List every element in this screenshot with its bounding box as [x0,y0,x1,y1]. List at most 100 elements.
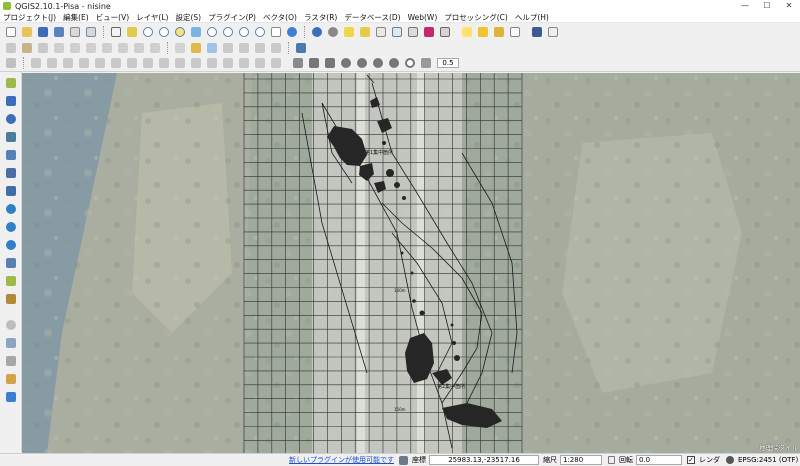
menu-raster[interactable]: ラスタ(R) [304,12,337,23]
add-mssql-layer-button[interactable] [4,148,18,162]
redo-button[interactable] [45,56,59,70]
attribute-table-button[interactable] [390,25,404,39]
coordinate-capture-icon[interactable] [4,354,18,368]
minimize-button[interactable]: — [734,0,756,12]
add-feature-button[interactable] [52,41,66,55]
add-db2-layer-button[interactable] [4,184,18,198]
pan-tool-button[interactable] [109,25,123,39]
menu-vector[interactable]: ベクタ(O) [263,12,297,23]
add-delimited-text-button[interactable] [4,256,18,270]
square-shape-icon[interactable] [323,56,337,70]
save-edits-button[interactable] [36,41,50,55]
select-features-button[interactable] [342,25,356,39]
composer-manager-button[interactable] [84,25,98,39]
osm-download-icon[interactable] [4,390,18,404]
georeferencer-icon[interactable] [4,336,18,350]
pan-to-selection-button[interactable] [125,25,139,39]
node-tool-button[interactable] [84,41,98,55]
zoom-last-button[interactable] [237,25,251,39]
reshape-features-button[interactable] [157,56,171,70]
delete-ring-button[interactable] [125,56,139,70]
menu-processing[interactable]: プロセッシング(C) [444,12,508,23]
rotate-point-symbols-button[interactable] [253,56,267,70]
circle-shape-icon[interactable] [355,56,369,70]
zoom-to-layer-button[interactable] [221,25,235,39]
add-wfs-layer-button[interactable] [4,238,18,252]
coordinate-field[interactable]: 25983.13,-23517.16 [429,455,539,465]
delete-selected-button[interactable] [100,41,114,55]
merge-features-button[interactable] [221,56,235,70]
render-checkbox[interactable]: ✓ [687,456,695,464]
zoom-to-selection-button[interactable] [205,25,219,39]
zoom-next-button[interactable] [253,25,267,39]
deselect-button[interactable] [374,25,388,39]
menu-web[interactable]: Web(W) [408,13,438,22]
circle-shape-icon[interactable] [387,56,401,70]
add-spatialite-layer-button[interactable] [4,130,18,144]
new-project-button[interactable] [4,25,18,39]
pin-labels-button[interactable] [189,41,203,55]
toggle-extents-icon[interactable] [399,455,408,465]
close-button[interactable]: ✕ [778,0,800,12]
fill-ring-button[interactable] [109,56,123,70]
advanced-digitizing-icon[interactable] [4,56,18,70]
merge-attributes-button[interactable] [237,56,251,70]
measure-line-button[interactable] [438,25,452,39]
map-tips-button[interactable] [460,25,474,39]
zoom-in-button[interactable] [141,25,155,39]
toggle-editing-pencil-icon[interactable] [20,41,34,55]
rectangle-select-icon[interactable] [291,56,305,70]
heatmap-icon[interactable] [4,372,18,386]
action-settings-icon[interactable] [326,25,340,39]
menu-edit[interactable]: 編集(E) [63,12,89,23]
python-console-button[interactable] [530,25,544,39]
add-vector-layer-button[interactable] [4,76,18,90]
paste-features-button[interactable] [148,41,162,55]
add-wcs-layer-button[interactable] [4,220,18,234]
rotate-label-button[interactable] [253,41,267,55]
new-print-composer-button[interactable] [68,25,82,39]
scale-select[interactable]: 1:280 [560,455,602,465]
add-wms-layer-button[interactable] [4,202,18,216]
whats-this-help-icon[interactable] [546,25,560,39]
split-features-button[interactable] [189,56,203,70]
copy-features-button[interactable] [132,41,146,55]
square-shape-icon[interactable] [307,56,321,70]
identify-features-button[interactable] [310,25,324,39]
menu-layer[interactable]: レイヤ(L) [136,12,168,23]
gps-tools-icon[interactable] [4,318,18,332]
map-canvas[interactable]: 第1集中箇所 第2集中箇所 160m 150m 地理院タイル [22,73,800,453]
regular-shape-icon[interactable] [419,56,433,70]
maximize-button[interactable]: ☐ [756,0,778,12]
statistics-sigma-icon[interactable] [422,25,436,39]
new-spatialite-button[interactable] [4,292,18,306]
move-label-button[interactable] [237,41,251,55]
add-part-button[interactable] [93,56,107,70]
select-by-expression-button[interactable] [358,25,372,39]
rotate-feature-button[interactable] [269,56,283,70]
menu-view[interactable]: ビュー(V) [96,12,129,23]
plugin-update-link[interactable]: 新しいプラグインが使用可能です [289,455,394,465]
current-edits-button[interactable] [4,41,18,55]
zoom-full-button[interactable] [189,25,203,39]
add-postgis-layer-button[interactable] [4,112,18,126]
zoom-out-button[interactable] [157,25,171,39]
rotation-field[interactable]: 0.0 [636,455,682,465]
delete-part-button[interactable] [141,56,155,70]
crs-status[interactable]: EPSG:2451 (OTF) [738,456,798,464]
zoom-native-button[interactable] [173,25,187,39]
new-bookmark-button[interactable] [476,25,490,39]
save-project-button[interactable] [36,25,50,39]
lock-scale-icon[interactable] [608,456,615,464]
field-calculator-button[interactable] [406,25,420,39]
tolerance-input[interactable]: 0.5 [437,58,459,68]
new-shapefile-button[interactable] [4,274,18,288]
simplify-feature-button[interactable] [61,56,75,70]
label-tool-button[interactable] [173,41,187,55]
menu-plugins[interactable]: プラグイン(P) [208,12,256,23]
offset-curve-button[interactable] [173,56,187,70]
move-feature-button[interactable] [68,41,82,55]
save-as-button[interactable] [52,25,66,39]
add-oracle-layer-button[interactable] [4,166,18,180]
show-bookmarks-button[interactable] [492,25,506,39]
